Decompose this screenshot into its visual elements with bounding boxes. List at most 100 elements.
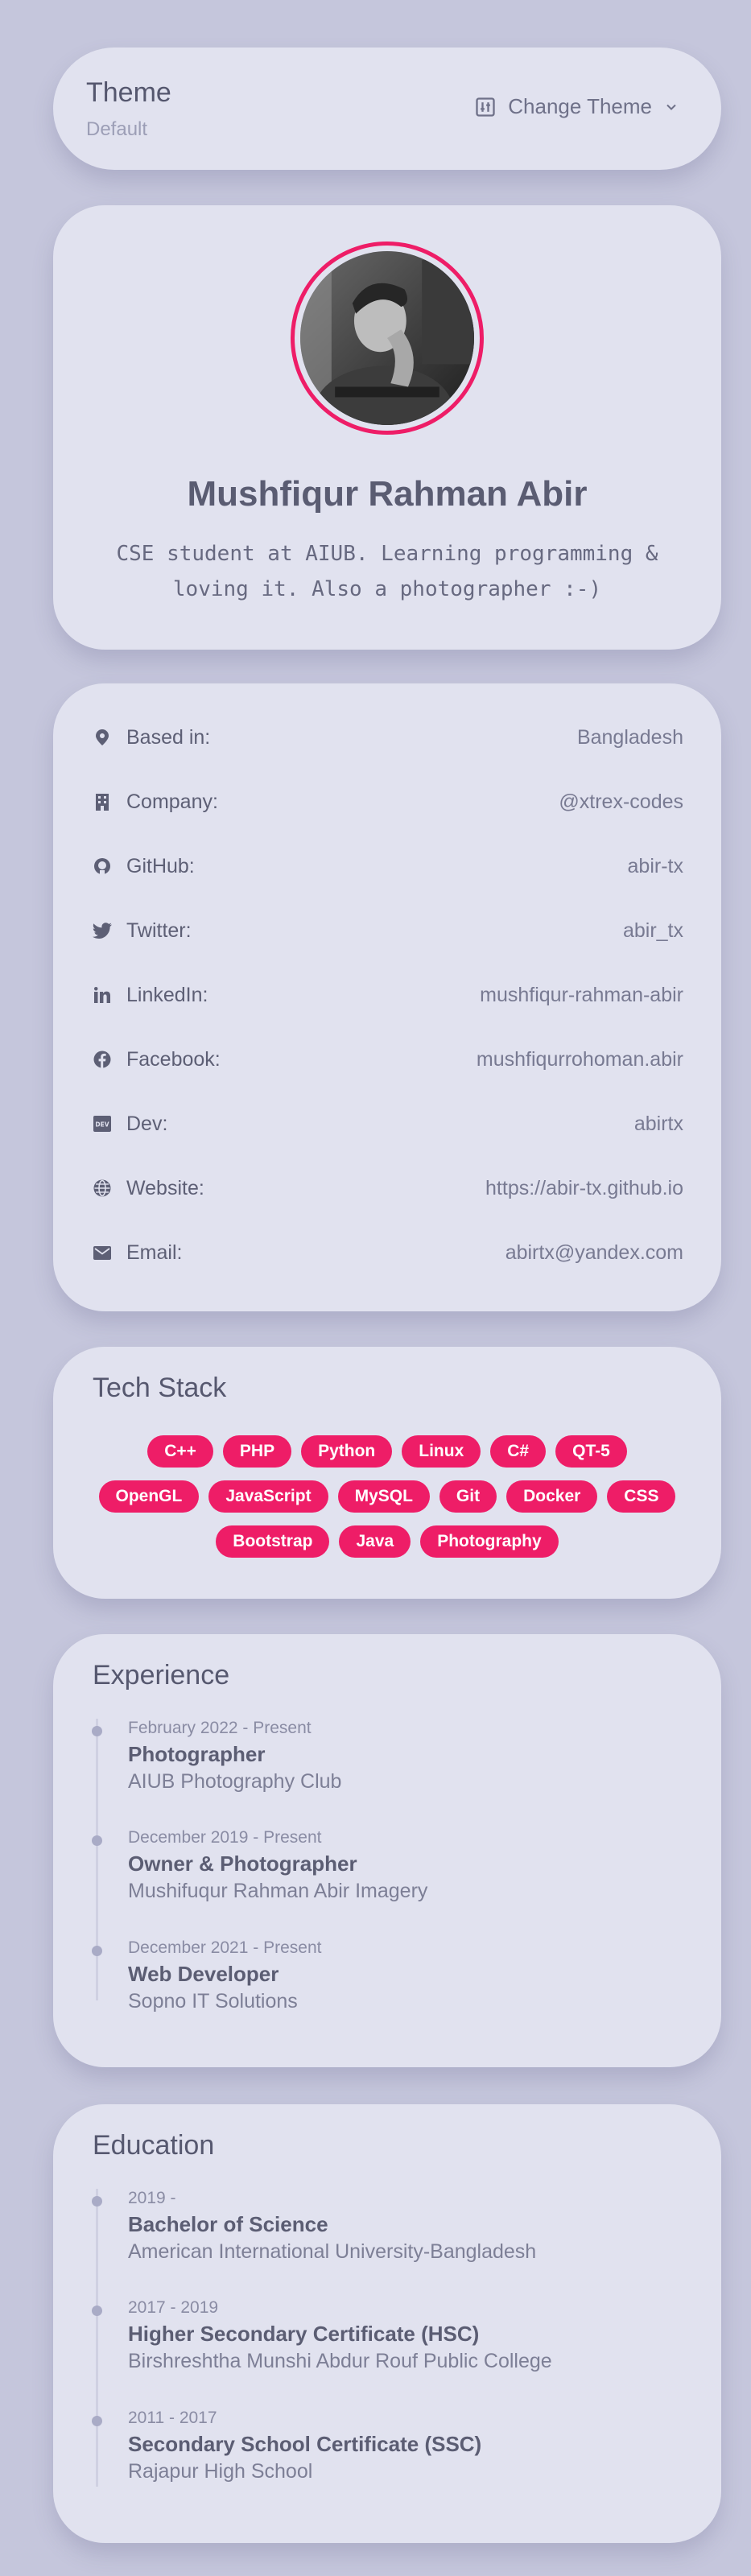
info-row-company: Company: @xtrex-codes xyxy=(93,786,683,818)
tech-tag: CSS xyxy=(607,1480,676,1513)
tech-tag: C++ xyxy=(147,1435,213,1468)
tech-tag: QT-5 xyxy=(555,1435,627,1468)
info-value[interactable]: abir-tx xyxy=(628,855,683,878)
mail-icon xyxy=(93,1243,112,1262)
globe-icon xyxy=(93,1179,112,1198)
timeline-role: Bachelor of Science xyxy=(128,2212,328,2236)
education-card: Education 2019 - Bachelor of Science Ame… xyxy=(53,2104,721,2543)
profile-name: Mushfiqur Rahman Abir xyxy=(187,474,588,514)
svg-text:DEV: DEV xyxy=(95,1121,109,1129)
profile-card: Mushfiqur Rahman Abir CSE student at AIU… xyxy=(53,205,721,650)
timeline-dot xyxy=(92,2416,102,2426)
info-label: Website: xyxy=(126,1176,204,1199)
info-row-facebook: Facebook: mushfiqurrohoman.abir xyxy=(93,1043,683,1075)
info-label: Dev: xyxy=(126,1112,168,1135)
github-icon xyxy=(93,857,112,876)
timeline-date: 2019 - xyxy=(128,2189,176,2207)
tech-tag: Java xyxy=(339,1525,411,1558)
timeline-date: February 2022 - Present xyxy=(128,1719,312,1737)
info-label: Based in: xyxy=(126,725,211,749)
timeline-dot xyxy=(92,2196,102,2207)
info-row-linkedin: LinkedIn: mushfiqur-rahman-abir xyxy=(93,979,683,1011)
timeline-item: December 2021 - Present Web Developer So… xyxy=(92,1938,689,2035)
section-title: Experience xyxy=(93,1660,230,1690)
tech-tag: JavaScript xyxy=(208,1480,328,1513)
info-value[interactable]: abir_tx xyxy=(623,919,683,943)
info-card: Based in: Bangladesh Company: @xtrex-cod… xyxy=(53,683,721,1311)
timeline-dot xyxy=(92,1946,102,1956)
info-value: Bangladesh xyxy=(576,725,683,749)
timeline-role: Secondary School Certificate (SSC) xyxy=(128,2432,482,2456)
info-row-based-in: Based in: Bangladesh xyxy=(93,721,683,753)
timeline-role: Web Developer xyxy=(128,1962,279,1986)
timeline-date: December 2021 - Present xyxy=(128,1938,322,1957)
dev-icon: DEV xyxy=(93,1114,112,1133)
building-icon xyxy=(93,792,112,811)
info-label: LinkedIn: xyxy=(126,983,208,1006)
info-row-twitter: Twitter: abir_tx xyxy=(93,914,683,947)
tech-tag: Bootstrap xyxy=(216,1525,330,1558)
avatar[interactable] xyxy=(300,251,474,425)
timeline-role: Higher Secondary Certificate (HSC) xyxy=(128,2322,480,2346)
tech-tag: OpenGL xyxy=(98,1480,200,1513)
avatar-ring xyxy=(291,242,484,435)
change-theme-label: Change Theme xyxy=(508,94,652,118)
timeline-item: December 2019 - Present Owner & Photogra… xyxy=(92,1828,689,1925)
timeline-date: December 2019 - Present xyxy=(128,1828,322,1847)
timeline-org: Rajapur High School xyxy=(128,2460,313,2483)
info-value[interactable]: @xtrex-codes xyxy=(559,791,683,814)
info-value[interactable]: https://abir-tx.github.io xyxy=(485,1177,683,1200)
timeline-org: Sopno IT Solutions xyxy=(128,1990,298,2013)
info-label: Company: xyxy=(126,790,218,813)
change-theme-button[interactable]: Change Theme xyxy=(474,94,679,119)
info-row-website: Website: https://abir-tx.github.io xyxy=(93,1172,683,1204)
tech-tag: Linux xyxy=(402,1435,481,1468)
tech-tag: C# xyxy=(490,1435,547,1468)
info-value[interactable]: mushfiqurrohoman.abir xyxy=(477,1048,683,1071)
tech-stack-card: Tech Stack C++ PHP Python Linux C# QT-5 … xyxy=(53,1347,721,1599)
map-pin-icon xyxy=(93,728,112,747)
profile-bio: CSE student at AIUB. Learning programmin… xyxy=(116,542,658,601)
info-label: Facebook: xyxy=(126,1047,221,1071)
timeline-item: 2011 - 2017 Secondary School Certificate… xyxy=(92,2409,689,2505)
section-title: Education xyxy=(93,2130,215,2161)
theme-card: Theme Default Change Theme xyxy=(53,47,721,170)
timeline-item: February 2022 - Present Photographer AIU… xyxy=(92,1719,689,1815)
timeline-date: 2017 - 2019 xyxy=(128,2298,219,2317)
timeline-org: Mushifuqur Rahman Abir Imagery xyxy=(128,1880,428,1902)
info-value[interactable]: abirtx xyxy=(634,1113,683,1136)
tech-tag: Docker xyxy=(506,1480,598,1513)
tech-tag: PHP xyxy=(222,1435,292,1468)
timeline-item: 2019 - Bachelor of Science American Inte… xyxy=(92,2189,689,2285)
info-label: Email: xyxy=(126,1241,183,1264)
facebook-icon xyxy=(93,1050,112,1069)
info-row-email: Email: abirtx@yandex.com xyxy=(93,1236,683,1269)
info-value[interactable]: mushfiqur-rahman-abir xyxy=(480,984,683,1007)
tech-tags: C++ PHP Python Linux C# QT-5 OpenGL Java… xyxy=(93,1435,681,1558)
info-row-github: GitHub: abir-tx xyxy=(93,850,683,882)
chevron-down-icon xyxy=(663,99,679,115)
section-title: Tech Stack xyxy=(93,1373,227,1403)
info-label: GitHub: xyxy=(126,854,195,877)
timeline-role: Photographer xyxy=(128,1742,266,1766)
tech-tag: Photography xyxy=(420,1525,559,1558)
sliders-icon xyxy=(474,96,497,118)
theme-current: Default xyxy=(86,118,148,140)
info-value[interactable]: abirtx@yandex.com xyxy=(505,1241,683,1265)
timeline-dot xyxy=(92,2306,102,2316)
info-row-dev: DEV Dev: abirtx xyxy=(93,1108,683,1140)
timeline-date: 2011 - 2017 xyxy=(128,2409,217,2427)
timeline-dot xyxy=(92,1726,102,1736)
tech-tag: Python xyxy=(301,1435,393,1468)
timeline-org: AIUB Photography Club xyxy=(128,1770,342,1793)
timeline-role: Owner & Photographer xyxy=(128,1852,357,1876)
timeline-org: Birshreshtha Munshi Abdur Rouf Public Co… xyxy=(128,2350,552,2372)
tech-tag: Git xyxy=(439,1480,497,1513)
twitter-icon xyxy=(93,921,112,940)
linkedin-icon xyxy=(93,985,112,1005)
theme-title: Theme xyxy=(86,77,171,108)
experience-card: Experience February 2022 - Present Photo… xyxy=(53,1634,721,2067)
timeline-item: 2017 - 2019 Higher Secondary Certificate… xyxy=(92,2298,689,2395)
tech-tag: MySQL xyxy=(337,1480,430,1513)
timeline-dot xyxy=(92,1835,102,1846)
